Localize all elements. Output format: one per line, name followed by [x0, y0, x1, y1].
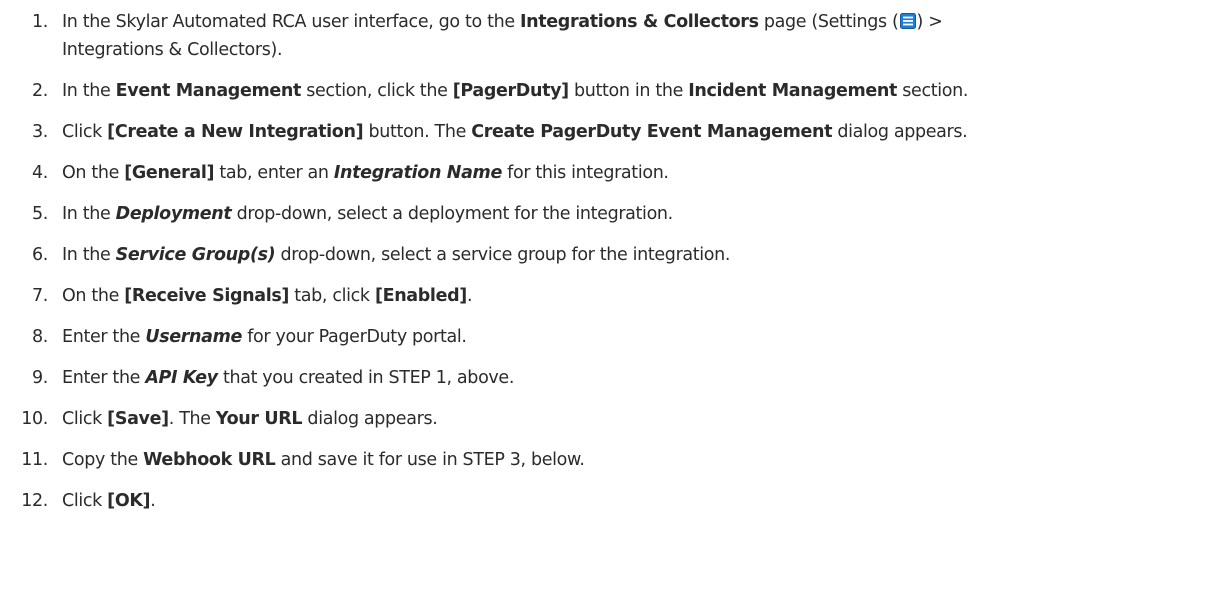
step-6: 6. In the Service Group(s) drop-down, se… — [0, 241, 1231, 269]
step-text: Copy the Webhook URL and save it for use… — [62, 450, 585, 470]
step-number: 6. — [32, 245, 48, 265]
step-5: 5. In the Deployment drop-down, select a… — [0, 200, 1231, 228]
step-number: 2. — [32, 81, 48, 101]
step-8: 8. Enter the Username for your PagerDuty… — [0, 323, 1231, 351]
step-number: 8. — [32, 327, 48, 347]
hamburger-menu-icon — [899, 13, 916, 29]
step-number: 5. — [32, 204, 48, 224]
step-number: 11. — [21, 450, 48, 470]
step-text: Click [OK]. — [62, 491, 156, 511]
step-text: Enter the Username for your PagerDuty po… — [62, 327, 467, 347]
step-text: Click [Create a New Integration] button.… — [62, 122, 968, 142]
step-text: Click [Save]. The Your URL dialog appear… — [62, 409, 438, 429]
step-3: 3. Click [Create a New Integration] butt… — [0, 118, 1231, 146]
step-text: In the Deployment drop-down, select a de… — [62, 204, 673, 224]
step-text: On the [General] tab, enter an Integrati… — [62, 163, 669, 183]
step-text: In the Skylar Automated RCA user interfa… — [62, 12, 943, 60]
step-1: 1. In the Skylar Automated RCA user inte… — [0, 8, 1231, 64]
step-9: 9. Enter the API Key that you created in… — [0, 364, 1231, 392]
step-number: 9. — [32, 368, 48, 388]
step-text: On the [Receive Signals] tab, click [Ena… — [62, 286, 473, 306]
step-number: 7. — [32, 286, 48, 306]
step-text: In the Service Group(s) drop-down, selec… — [62, 245, 731, 265]
step-4: 4. On the [General] tab, enter an Integr… — [0, 159, 1231, 187]
step-text: Enter the API Key that you created in ST… — [62, 368, 515, 388]
step-10: 10. Click [Save]. The Your URL dialog ap… — [0, 405, 1231, 433]
step-number: 4. — [32, 163, 48, 183]
step-number: 12. — [21, 491, 48, 511]
page-name: Integrations & Collectors — [519, 12, 759, 32]
step-12: 12. Click [OK]. — [0, 487, 1231, 515]
step-text: In the Event Management section, click t… — [62, 81, 969, 101]
step-11: 11. Copy the Webhook URL and save it for… — [0, 446, 1231, 474]
step-number: 10. — [21, 409, 48, 429]
step-7: 7. On the [Receive Signals] tab, click [… — [0, 282, 1231, 310]
step-number: 3. — [32, 122, 48, 142]
step-number: 1. — [32, 12, 48, 32]
procedure-steps: 1. In the Skylar Automated RCA user inte… — [0, 0, 1231, 613]
step-2: 2. In the Event Management section, clic… — [0, 77, 1231, 105]
